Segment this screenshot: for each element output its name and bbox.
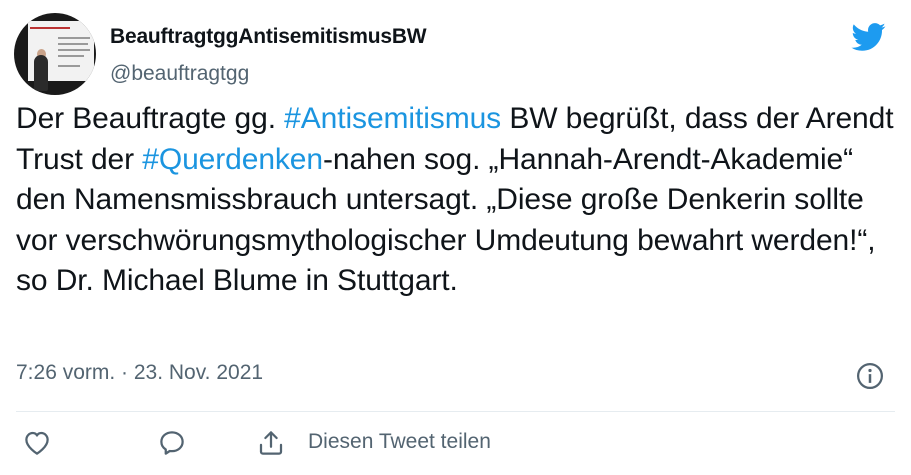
display-name[interactable]: BeauftragtggAntisemitismusBW xyxy=(110,25,427,49)
tweet-card: BeauftragtggAntisemitismusBW @beauftragt… xyxy=(0,0,911,475)
comment-icon[interactable] xyxy=(157,428,187,458)
share-icon[interactable] xyxy=(256,428,286,458)
share-tweet-button[interactable]: Diesen Tweet teilen xyxy=(308,430,491,454)
avatar-person xyxy=(34,55,48,91)
info-icon[interactable] xyxy=(855,361,885,391)
tweet-text-part: Der Beauftragte gg. xyxy=(16,102,285,135)
tweet-text: Der Beauftragte gg. #Antisemitismus BW b… xyxy=(16,99,896,302)
heart-icon[interactable] xyxy=(22,428,52,458)
hashtag-link[interactable]: #Querdenken xyxy=(142,143,323,176)
user-handle[interactable]: @beauftragtgg xyxy=(110,62,249,86)
hashtag-link[interactable]: #Antisemitismus xyxy=(284,102,501,135)
twitter-bird-icon[interactable] xyxy=(847,19,889,55)
avatar[interactable] xyxy=(14,13,96,95)
divider xyxy=(16,411,895,412)
timestamp[interactable]: 7:26 vorm. · 23. Nov. 2021 xyxy=(16,361,263,385)
